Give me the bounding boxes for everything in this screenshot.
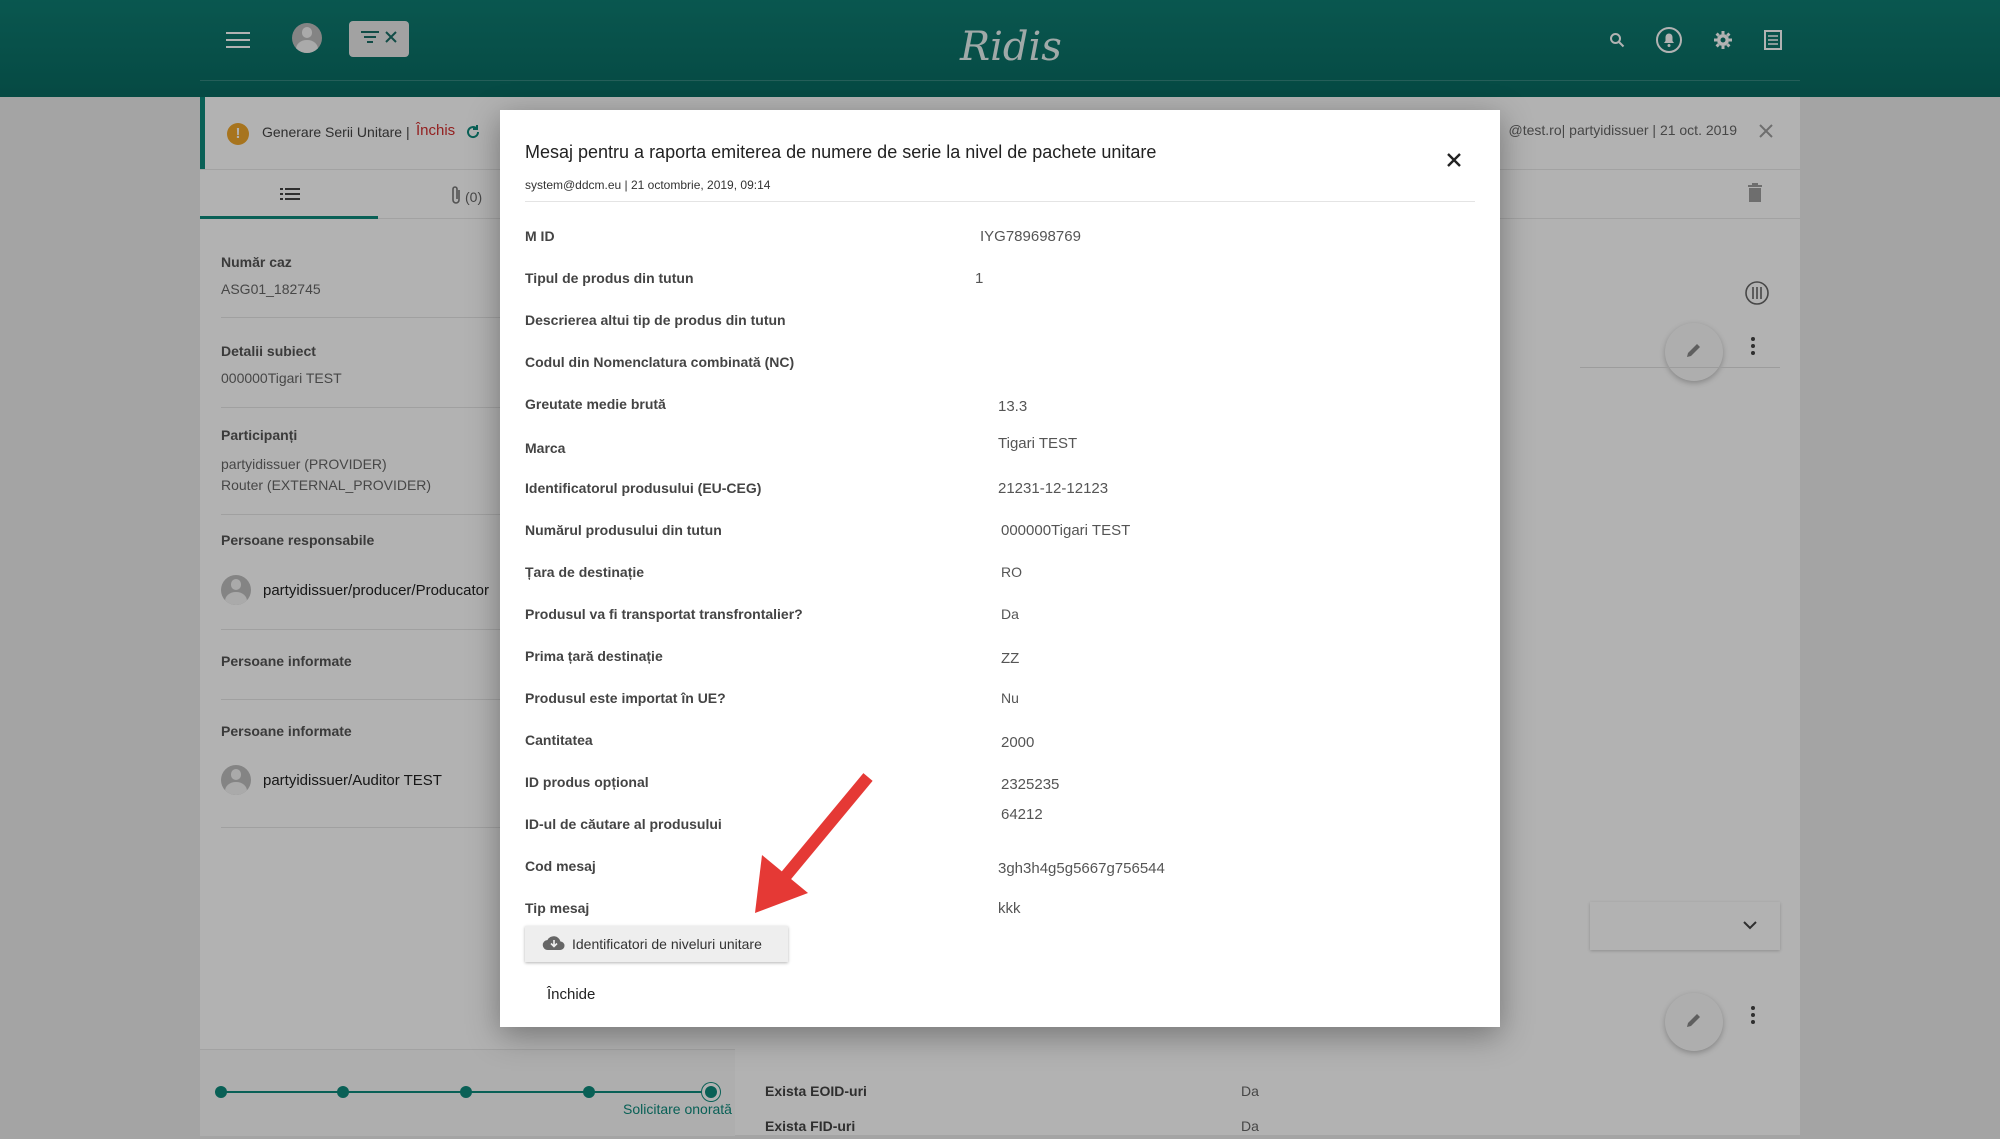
field-label: Tipul de produs din tutun (525, 270, 694, 286)
field-value: Tigari TEST (998, 435, 1078, 452)
field-row: Codul din Nomenclatura combinată (NC) (525, 347, 1475, 377)
field-label: Identificatorul produsului (EU-CEG) (525, 480, 762, 496)
field-value: 2000 (1001, 734, 1035, 751)
field-row: M ID IYG789698769 (525, 221, 1475, 251)
message-dialog: Mesaj pentru a raporta emiterea de numer… (500, 110, 1500, 1027)
field-row: Marca Tigari TEST (525, 431, 1475, 461)
field-row: Tip mesaj kkk (525, 893, 1475, 923)
field-value: 2325235 (1001, 776, 1060, 793)
field-label: Produsul este importat în UE? (525, 690, 726, 706)
dialog-title: Mesaj pentru a raporta emiterea de numer… (525, 142, 1157, 162)
field-label: ID-ul de căutare al produsului (525, 816, 722, 832)
field-row: Cantitatea 2000 (525, 725, 1475, 755)
field-label: Produsul va fi transportat transfrontali… (525, 606, 803, 622)
field-row: Greutate medie brută 13.3 (525, 389, 1475, 419)
dialog-divider (525, 201, 1475, 202)
close-icon[interactable] (1440, 146, 1468, 174)
field-row: ID produs opțional 2325235 (525, 767, 1475, 797)
field-row: Cod mesaj 3gh3h4g5g5667g756544 (525, 851, 1475, 881)
field-label: Cantitatea (525, 732, 593, 748)
field-label: Tip mesaj (525, 900, 590, 916)
download-button-label: Identificatori de niveluri unitare (572, 936, 762, 952)
field-row: Numărul produsului din tutun 000000Tigari… (525, 515, 1475, 545)
field-row: Descrierea altui tip de produs din tutun (525, 305, 1475, 335)
field-value: 13.3 (998, 398, 1028, 415)
field-row: Identificatorul produsului (EU-CEG) 21231… (525, 473, 1475, 503)
field-value: ZZ (1001, 650, 1020, 667)
field-value: kkk (998, 900, 1021, 917)
field-label: Numărul produsului din tutun (525, 522, 722, 538)
field-label: Greutate medie brută (525, 396, 666, 412)
dialog-close-button[interactable]: Închide (547, 986, 595, 1003)
field-label: Prima țară destinație (525, 648, 663, 664)
field-label: Codul din Nomenclatura combinată (NC) (525, 354, 795, 370)
field-value: Nu (1001, 690, 1019, 706)
field-row: Produsul este importat în UE? Nu (525, 683, 1475, 713)
field-value: 1 (975, 270, 984, 287)
field-label: Marca (525, 440, 566, 456)
dialog-subtitle: system@ddcm.eu | 21 octombrie, 2019, 09:… (525, 178, 771, 192)
field-label: Țara de destinație (525, 564, 645, 580)
field-label: Cod mesaj (525, 858, 596, 874)
field-row: Prima țară destinație ZZ (525, 641, 1475, 671)
download-unit-identifiers-button[interactable]: Identificatori de niveluri unitare (525, 926, 788, 962)
field-label: ID produs opțional (525, 774, 649, 790)
field-row: Țara de destinație RO (525, 557, 1475, 587)
cloud-download-icon (542, 935, 566, 954)
field-value: IYG789698769 (980, 228, 1081, 245)
field-value: 3gh3h4g5g5667g756544 (998, 860, 1165, 877)
field-value: 64212 (1001, 806, 1043, 823)
field-row: ID-ul de căutare al produsului 64212 (525, 806, 1475, 839)
field-value: 000000Tigari TEST (1001, 522, 1131, 539)
field-value: Da (1001, 606, 1019, 622)
annotation-arrow-icon (755, 773, 873, 913)
field-row: Produsul va fi transportat transfrontali… (525, 599, 1475, 629)
field-label: M ID (525, 228, 555, 244)
field-row: Tipul de produs din tutun 1 (525, 263, 1475, 293)
field-value: RO (1001, 564, 1022, 580)
field-value: 21231-12-12123 (998, 480, 1109, 497)
field-label: Descrierea altui tip de produs din tutun (525, 312, 786, 328)
